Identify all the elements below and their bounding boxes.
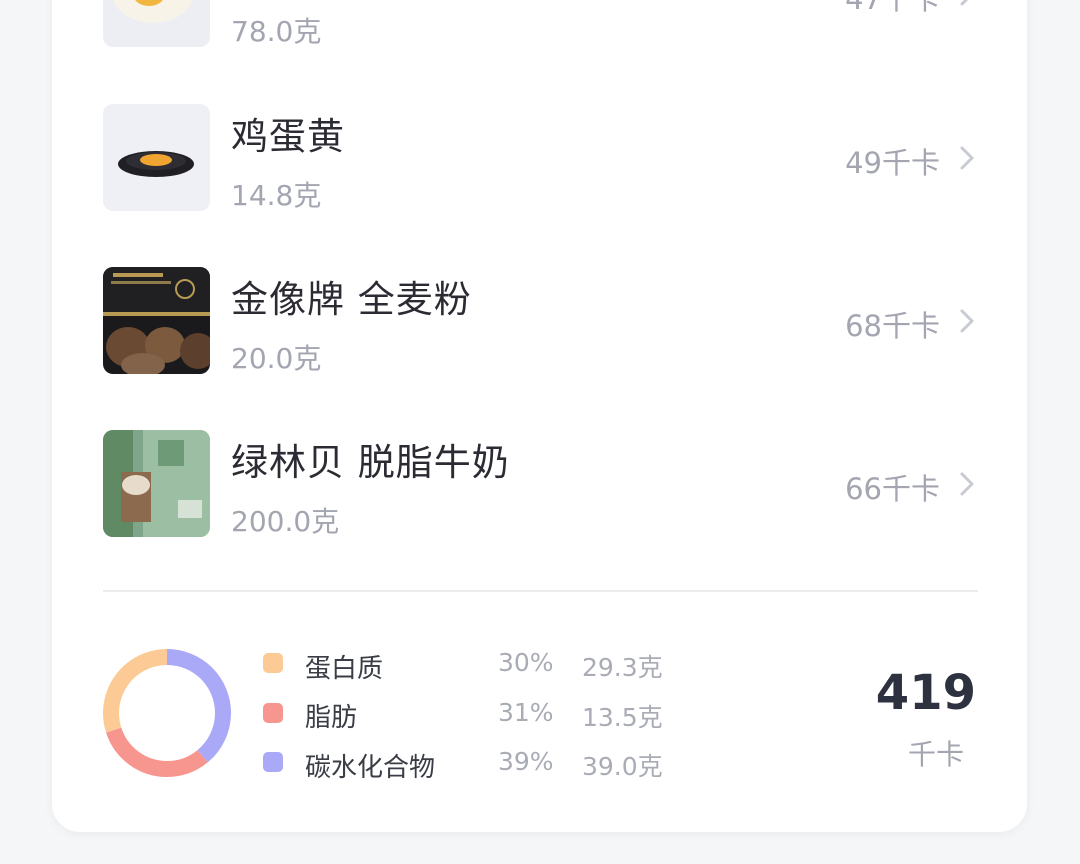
divider (103, 590, 978, 592)
fat-legend-dot (263, 703, 283, 723)
food-amount: 200.0克 (231, 505, 340, 538)
chevron-right-icon (960, 309, 974, 333)
food-kcal: 47千卡 (845, 0, 940, 18)
macro-name-fat: 脂肪 (305, 703, 358, 733)
food-amount: 78.0克 (231, 15, 322, 48)
food-amount: 20.0克 (231, 342, 322, 375)
egg-yolk-image (103, 104, 210, 211)
carbs-legend-dot (263, 752, 283, 772)
macro-percent-fat: 31% (498, 698, 554, 727)
food-kcal: 68千卡 (845, 309, 940, 343)
macro-donut-chart (103, 649, 231, 777)
food-kcal: 66千卡 (845, 472, 940, 506)
food-name: 绿林贝 脱脂牛奶 (231, 441, 510, 484)
fried-egg-image (103, 0, 210, 47)
chevron-right-icon (960, 472, 974, 496)
food-amount: 14.8克 (231, 179, 322, 212)
milk-box-image (103, 430, 210, 537)
macro-percent-carbs: 39% (498, 747, 554, 776)
food-item[interactable]: 鸡蛋黄 14.8克 49千卡 (103, 104, 978, 212)
food-item[interactable]: 78.0克 47千卡 (103, 0, 978, 48)
macro-name-carbs: 碳水化合物 (305, 753, 436, 783)
macro-grams-fat: 13.5克 (582, 703, 663, 732)
macro-name-protein: 蛋白质 (305, 654, 384, 684)
total-kcal: 419 (875, 665, 976, 721)
food-name: 鸡蛋黄 (231, 115, 345, 158)
food-item[interactable]: 金像牌 全麦粉 20.0克 68千卡 (103, 267, 978, 375)
flour-bag-image (103, 267, 210, 374)
total-kcal-unit: 千卡 (907, 738, 964, 771)
food-kcal: 49千卡 (845, 146, 940, 180)
macro-grams-carbs: 39.0克 (582, 752, 663, 781)
macro-percent-protein: 30% (498, 648, 554, 677)
chevron-right-icon (960, 0, 969, 6)
protein-legend-dot (263, 653, 283, 673)
food-name: 金像牌 全麦粉 (231, 278, 472, 321)
chevron-right-icon (960, 146, 974, 170)
food-item[interactable]: 绿林贝 脱脂牛奶 200.0克 66千卡 (103, 430, 978, 538)
macro-grams-protein: 29.3克 (582, 653, 663, 682)
